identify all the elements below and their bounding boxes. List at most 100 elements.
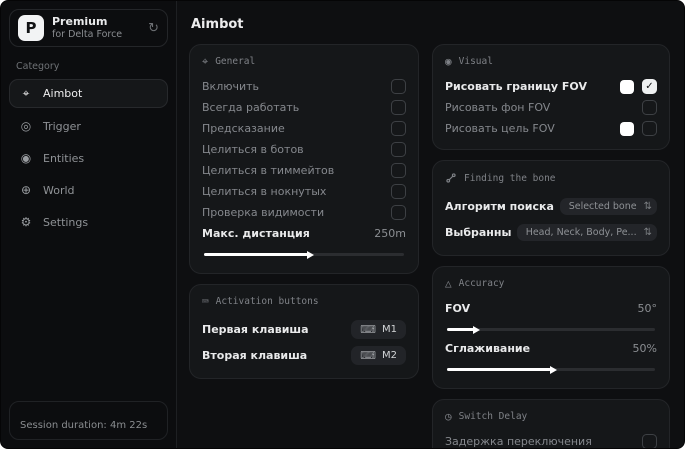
panel-visual: ◉ Visual Рисовать границу FOV ✓ Рисовать… <box>432 44 670 150</box>
draw-fov-background-checkbox[interactable] <box>642 100 657 115</box>
refresh-icon[interactable]: ↻ <box>148 21 159 36</box>
keybind-value: M1 <box>382 323 397 335</box>
switch-delay-checkbox[interactable] <box>642 434 657 448</box>
brand-logo: P <box>18 15 44 41</box>
panel-finding-bone-header: Finding the bone <box>445 172 657 184</box>
slider-value: 50% <box>632 342 657 355</box>
select-label: Алгоритм поиска костей <box>445 199 554 213</box>
brand-title: Premium <box>52 15 108 29</box>
panel-switch-delay-header: ◷ Switch Delay <box>445 411 657 422</box>
sidebar-item-label: Settings <box>43 215 89 229</box>
sidebar-item-label: Trigger <box>43 119 81 133</box>
panel-title: Switch Delay <box>458 411 528 422</box>
prediction-checkbox[interactable] <box>391 121 406 136</box>
bone-icon <box>446 173 456 183</box>
draw-fov-target-checkbox[interactable] <box>642 121 657 136</box>
sidebar-item-settings[interactable]: ⚙ Settings <box>9 208 168 236</box>
crosshair-icon: ⌖ <box>22 86 30 100</box>
expand-icon: ⇅ <box>643 226 652 238</box>
always-work-checkbox[interactable] <box>391 100 406 115</box>
category-label: Category <box>16 61 60 72</box>
world-icon: ⊕ <box>20 183 32 197</box>
select-label: Выбранные кости <box>445 225 511 239</box>
max-distance-row: Макс. дистанция 250m <box>202 223 406 244</box>
switch-delay-toggle-row: Задержка переключения <box>445 431 657 448</box>
select-value: Head, Neck, Body, Pe... <box>525 226 637 238</box>
slider-fill <box>204 253 308 256</box>
selected-bones-row: Выбранные кости Head, Neck, Body, Pe... … <box>445 219 657 245</box>
bone-algorithm-row: Алгоритм поиска костей Selected bone ⇅ <box>445 193 657 219</box>
sidebar-item-entities[interactable]: ◉ Entities <box>9 144 168 172</box>
sidebar-item-label: Aimbot <box>43 87 83 100</box>
select-value: Selected bone <box>568 200 637 212</box>
fov-border-color-swatch[interactable] <box>620 79 634 94</box>
target-knocked-checkbox[interactable] <box>391 184 406 199</box>
slider-fill <box>447 328 475 331</box>
checkbox-label: Включить <box>202 80 260 93</box>
trigger-icon: ◎ <box>20 119 32 133</box>
checkbox-label: Проверка видимости <box>202 206 325 219</box>
bone-algorithm-select[interactable]: Selected bone ⇅ <box>559 197 657 215</box>
draw-fov-border-row: Рисовать границу FOV ✓ <box>445 76 657 97</box>
checkbox-label: Всегда работать <box>202 101 300 114</box>
page-title: Aimbot <box>191 17 244 32</box>
checkbox-label: Целиться в тиммейтов <box>202 164 335 177</box>
app-window: P Premium for Delta Force ↻ Category ⌖ A… <box>0 0 685 449</box>
checkbox-row-enable: Включить <box>202 76 406 97</box>
panel-general: ⌖ General Включить Всегда работать Предс… <box>189 44 419 274</box>
checkbox-row-always-work: Всегда работать <box>202 97 406 118</box>
panel-title: General <box>215 56 256 67</box>
brand-subtitle: for Delta Force <box>52 28 123 40</box>
draw-fov-border-checkbox[interactable]: ✓ <box>642 79 657 94</box>
checkbox-label: Целиться в ботов <box>202 143 304 156</box>
fov-row: FOV 50° <box>445 298 657 319</box>
panel-title: Activation buttons <box>215 296 319 307</box>
stopwatch-icon: ◷ <box>445 410 452 423</box>
draw-fov-background-row: Рисовать фон FOV <box>445 97 657 118</box>
visibility-check-checkbox[interactable] <box>391 205 406 220</box>
checkbox-row-target-teammates: Целиться в тиммейтов <box>202 160 406 181</box>
fov-slider[interactable] <box>447 328 655 331</box>
sidebar: P Premium for Delta Force ↻ Category ⌖ A… <box>1 1 177 448</box>
panel-activation-buttons: ⌨ Activation buttons Первая клавиша ⌨ M1… <box>189 284 419 379</box>
crosshair-icon: ⌖ <box>202 55 209 68</box>
expand-icon: ⇅ <box>643 200 652 212</box>
check-icon: ✓ <box>645 81 654 92</box>
brand-text: Premium for Delta Force <box>52 15 122 41</box>
sidebar-item-label: Entities <box>43 151 85 165</box>
sidebar-item-world[interactable]: ⊕ World <box>9 176 168 204</box>
panel-general-header: ⌖ General <box>202 56 406 67</box>
panel-visual-header: ◉ Visual <box>445 56 657 67</box>
second-key-row: Вторая клавиша ⌨ M2 <box>202 342 406 368</box>
selected-bones-select[interactable]: Head, Neck, Body, Pe... ⇅ <box>516 223 657 241</box>
panel-accuracy-header: △ Accuracy <box>445 278 657 289</box>
sidebar-item-aimbot[interactable]: ⌖ Aimbot <box>9 79 168 108</box>
sidebar-item-trigger[interactable]: ◎ Trigger <box>9 112 168 140</box>
keyboard-icon: ⌨ <box>360 322 376 336</box>
checkbox-row-target-bots: Целиться в ботов <box>202 139 406 160</box>
keybind-label: Вторая клавиша <box>202 348 308 362</box>
target-bots-checkbox[interactable] <box>391 142 406 157</box>
eye-icon: ◉ <box>445 55 452 68</box>
keybind-label: Первая клавиша <box>202 322 309 336</box>
panel-activation-header: ⌨ Activation buttons <box>202 296 406 307</box>
max-distance-slider[interactable] <box>204 253 404 256</box>
checkbox-label: Целиться в нокнутых <box>202 185 327 198</box>
checkbox-row-target-knocked: Целиться в нокнутых <box>202 181 406 202</box>
fov-target-color-swatch[interactable] <box>620 121 634 136</box>
enable-checkbox[interactable] <box>391 79 406 94</box>
visual-label: Рисовать фон FOV <box>445 101 551 114</box>
slider-label: Макс. дистанция <box>202 227 310 240</box>
smoothing-slider[interactable] <box>447 368 655 371</box>
slider-value: 50° <box>637 302 658 315</box>
session-duration-text: Session duration: 4m 22s <box>20 420 148 431</box>
sidebar-item-label: World <box>43 183 75 197</box>
first-key-bind-button[interactable]: ⌨ M1 <box>351 319 406 339</box>
visual-label: Рисовать границу FOV <box>445 80 587 93</box>
slider-value: 250m <box>374 227 406 240</box>
target-teammates-checkbox[interactable] <box>391 163 406 178</box>
slider-label: FOV <box>445 302 471 315</box>
second-key-bind-button[interactable]: ⌨ M2 <box>351 345 406 365</box>
slider-fill <box>447 368 551 371</box>
slider-label: Сглаживание <box>445 342 531 355</box>
